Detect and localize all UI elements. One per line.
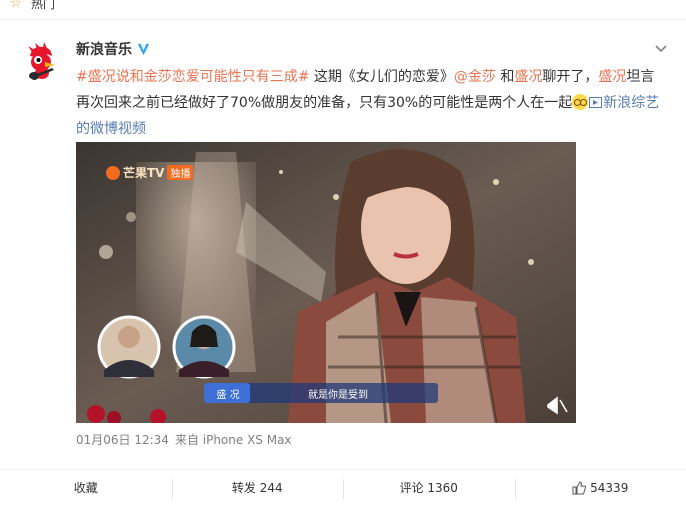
thumb-up-icon [572, 480, 587, 494]
mention-shengkuang-2[interactable]: 盛况 [598, 69, 626, 85]
post-text-part1: 这期《女儿们的恋爱》 [309, 69, 454, 85]
like-count: 54339 [590, 480, 629, 495]
post-source: 来自 iPhone XS Max [174, 433, 292, 447]
post-date[interactable]: 01月06日 12:34 [76, 433, 169, 447]
comment-button[interactable]: 评论 1360 [343, 470, 515, 505]
post-text-part2: 和 [495, 69, 515, 85]
chevron-down-icon[interactable] [653, 40, 669, 56]
caption-line: 就是你是受到 [308, 390, 368, 401]
star-icon: ☆ [10, 0, 22, 11]
video-player[interactable]: 芒果TV 独播 盛 况 就是你是受到 [76, 142, 576, 423]
topic-link[interactable]: #盛况说和金莎恋爱可能性只有三成# [76, 69, 309, 85]
post-author: 新浪音乐 [76, 40, 151, 58]
mention-shengkuang[interactable]: 盛况 [514, 69, 542, 85]
repost-button[interactable]: 转发 244 [171, 470, 344, 505]
top-divider [0, 19, 686, 20]
mango-tv-watermark: 芒果TV 独播 [106, 164, 194, 181]
verified-v-icon [137, 43, 150, 55]
caption-name: 盛 况 [216, 390, 240, 401]
favorite-button[interactable]: 收藏 [0, 470, 172, 505]
video-frame [76, 142, 576, 423]
emoji-icon [572, 94, 589, 110]
post-text-part3: 聊开了， [542, 69, 599, 85]
user-name[interactable]: 新浪音乐 [76, 39, 132, 59]
mango-logo-icon [106, 165, 120, 180]
post-meta: 01月06日 12:34 来自 iPhone XS Max [76, 432, 292, 448]
post-text: #盛况说和金莎恋爱可能性只有三成# 这期《女儿们的恋爱》@金莎 和盛况聊开了，盛… [76, 64, 666, 142]
video-link-icon [589, 97, 603, 108]
mention-jinsha[interactable]: @金莎 [454, 69, 496, 85]
avatar[interactable] [22, 42, 62, 82]
action-bar: 收藏 转发 244 评论 1360 54339 [0, 470, 686, 505]
hot-label: 热门 [31, 0, 56, 11]
like-button[interactable]: 54339 [514, 470, 686, 505]
sina-bird-logo-icon [22, 42, 62, 82]
hot-header: ☆ 热门 [0, 0, 686, 14]
